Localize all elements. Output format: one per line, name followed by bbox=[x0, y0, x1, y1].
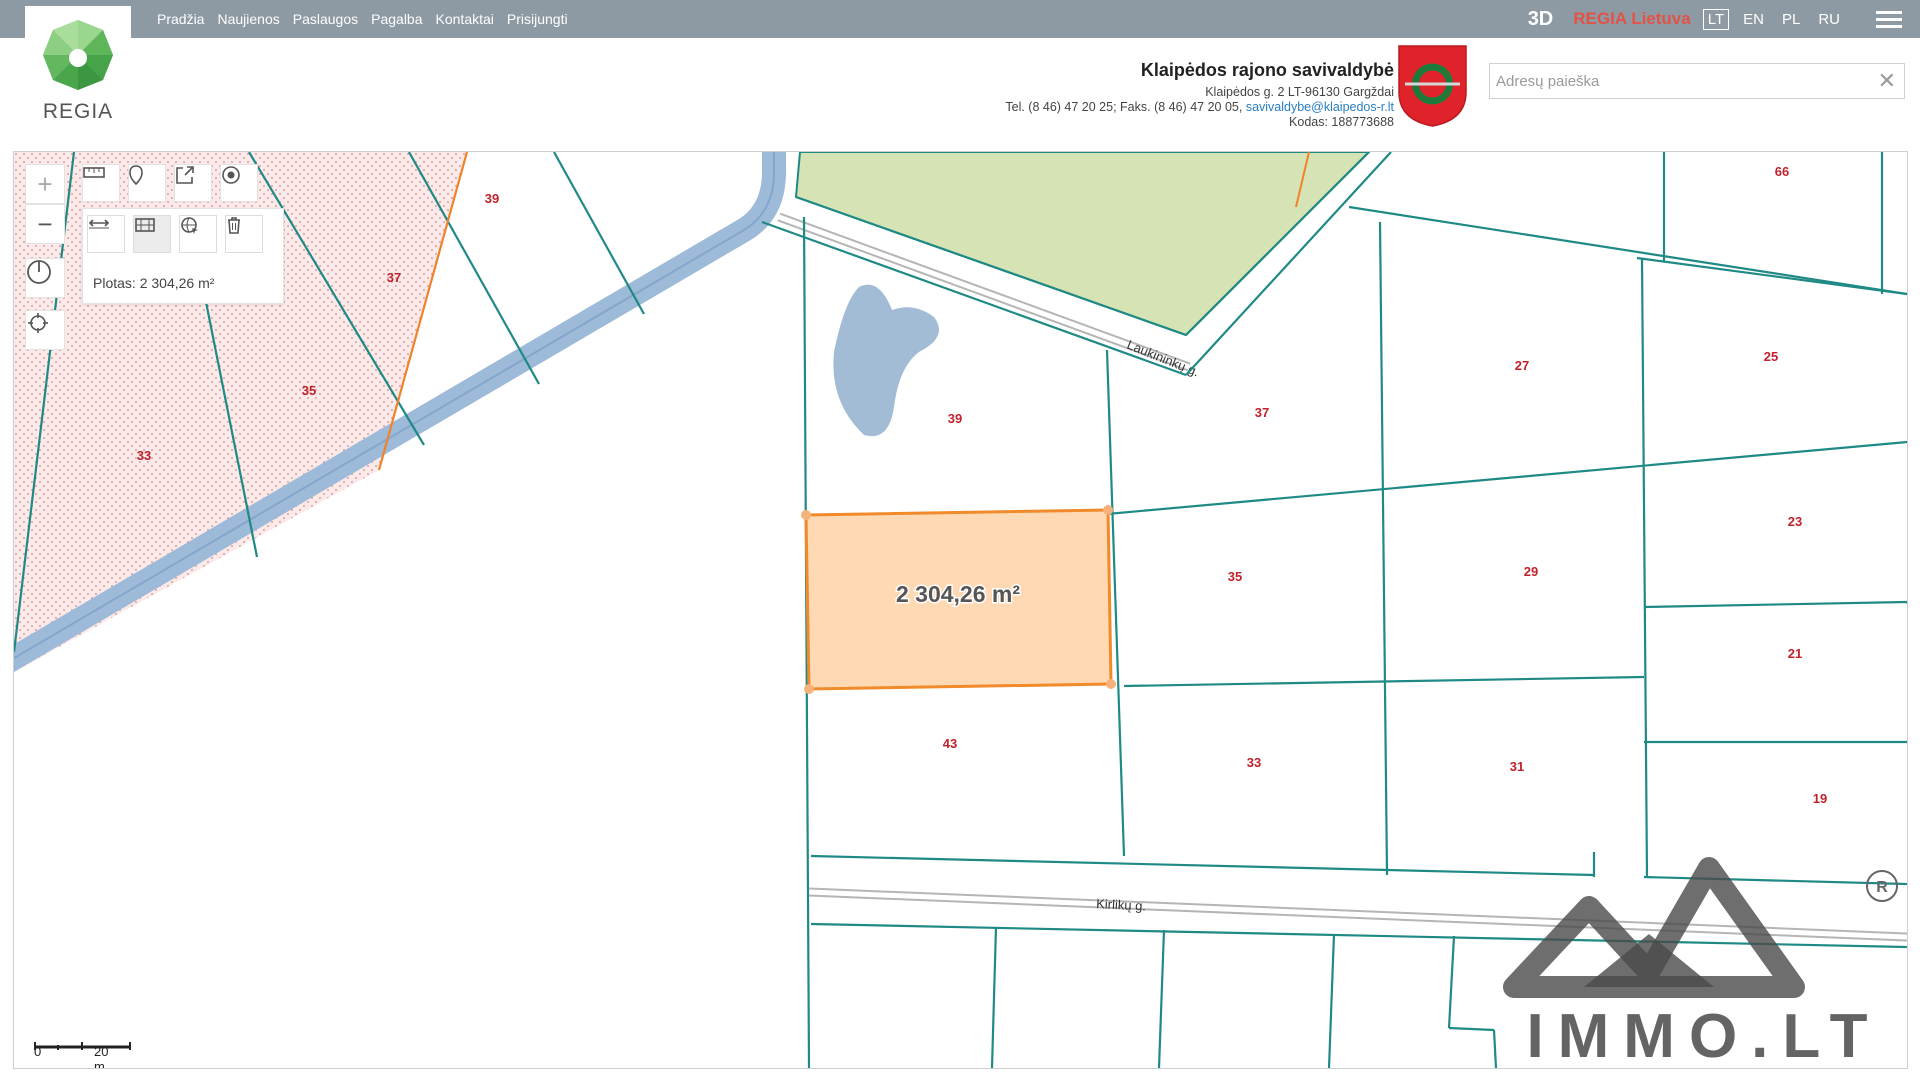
plus-icon: + bbox=[37, 169, 53, 199]
nav-item-naujienos[interactable]: Naujienos bbox=[217, 11, 279, 27]
scale-start: 0 bbox=[34, 1044, 42, 1059]
municipality-phone: Tel. (8 46) 47 20 25; Faks. (8 46) 47 20… bbox=[1005, 100, 1243, 114]
parcel-number: 39 bbox=[948, 411, 962, 426]
address-search-input[interactable] bbox=[1490, 64, 1862, 98]
immo-watermark-text: IMMO.LT bbox=[1526, 1002, 1881, 1068]
crosshair-icon bbox=[28, 313, 48, 333]
delete-measure-button[interactable] bbox=[225, 215, 263, 253]
lang-lt[interactable]: LT bbox=[1702, 8, 1730, 30]
top-bar: Pradžia Naujienos Paslaugos Pagalba Kont… bbox=[0, 0, 1920, 38]
parcel-number: 43 bbox=[943, 736, 957, 751]
vertex-handle[interactable] bbox=[801, 510, 811, 520]
compass-button[interactable] bbox=[25, 258, 65, 298]
parcel-number: 39 bbox=[485, 191, 499, 206]
measure-tool-button[interactable] bbox=[82, 164, 120, 202]
measure-panel: Plotas: 2 304,26 m² bbox=[82, 208, 284, 304]
regia-logo[interactable]: REGIA bbox=[25, 6, 131, 130]
nav-item-paslaugos[interactable]: Paslaugos bbox=[293, 11, 358, 27]
parcel-number: 39 bbox=[1075, 1065, 1089, 1068]
regia-lietuva-link[interactable]: REGIA Lietuva bbox=[1573, 9, 1690, 29]
measure-select-button[interactable] bbox=[179, 215, 217, 253]
map-view[interactable]: Laukininkų g. Kirlikų g. 2 304,26 m² 39 … bbox=[13, 151, 1908, 1069]
locate-button[interactable] bbox=[25, 310, 65, 350]
nav-item-kontaktai[interactable]: Kontaktai bbox=[436, 11, 494, 27]
scale-end: 20 m bbox=[94, 1044, 109, 1069]
measured-area-label: 2 304,26 m² bbox=[896, 581, 1020, 607]
globe-cursor-icon bbox=[181, 217, 198, 234]
municipality-name: Klaipėdos rajono savivaldybė bbox=[1140, 60, 1394, 80]
nav-item-prisijungti[interactable]: Prisijungti bbox=[507, 11, 568, 27]
parcel-number: 33 bbox=[1247, 755, 1261, 770]
municipality-email-link[interactable]: savivaldybe@klaipedos-r.lt bbox=[1246, 100, 1394, 114]
regia-logo-icon bbox=[43, 20, 113, 90]
share-icon bbox=[176, 166, 194, 184]
municipality-code: Kodas: 188773688 bbox=[1289, 115, 1394, 129]
area-icon bbox=[135, 218, 155, 232]
svg-text:R: R bbox=[1876, 879, 1888, 896]
lang-pl[interactable]: PL bbox=[1778, 10, 1804, 29]
clear-search-icon[interactable]: ✕ bbox=[1878, 68, 1896, 94]
3d-button[interactable]: 3D bbox=[1528, 8, 1554, 31]
distance-icon bbox=[88, 219, 110, 229]
zoom-out-button[interactable]: − bbox=[25, 204, 65, 244]
parcel-number: 66 bbox=[1775, 164, 1789, 179]
measure-area-button[interactable] bbox=[133, 215, 171, 253]
compass-icon bbox=[27, 260, 51, 284]
top-right-controls: 3D REGIA Lietuva LT EN PL RU bbox=[1528, 0, 1902, 38]
parcel-number: 37 bbox=[1255, 405, 1269, 420]
vertex-handle[interactable] bbox=[1106, 679, 1116, 689]
nav-item-pradzia[interactable]: Pradžia bbox=[157, 11, 204, 27]
parcel-number: 21 bbox=[1788, 646, 1802, 661]
target-tool-button[interactable] bbox=[220, 164, 258, 202]
vertex-handle[interactable] bbox=[1103, 505, 1113, 515]
measure-result: Plotas: 2 304,26 m² bbox=[93, 275, 215, 291]
scale-bar-graphic bbox=[34, 1042, 131, 1050]
parcel-number: 35 bbox=[302, 383, 316, 398]
vertex-handle[interactable] bbox=[804, 684, 814, 694]
parcel-number: 27 bbox=[1515, 358, 1529, 373]
parcel-number: 33 bbox=[887, 1065, 901, 1068]
street-label-kirliku: Kirlikų g. bbox=[1096, 896, 1147, 914]
lang-en[interactable]: EN bbox=[1739, 10, 1768, 29]
parcel-number: 35 bbox=[1228, 569, 1242, 584]
ruler-icon bbox=[83, 167, 105, 178]
map-canvas[interactable]: Laukininkų g. Kirlikų g. 2 304,26 m² 39 … bbox=[14, 152, 1907, 1068]
parcel-number: 29 bbox=[1524, 564, 1538, 579]
parcel-number: 25 bbox=[1764, 349, 1778, 364]
parcel-number: 31 bbox=[1510, 759, 1524, 774]
share-tool-button[interactable] bbox=[174, 164, 212, 202]
coat-of-arms-icon bbox=[1398, 45, 1467, 127]
trash-icon bbox=[228, 217, 240, 234]
nav-item-pagalba[interactable]: Pagalba bbox=[371, 11, 422, 27]
municipality-info: Klaipėdos rajono savivaldybė Klaipėdos g… bbox=[1005, 60, 1394, 130]
measure-distance-button[interactable] bbox=[87, 215, 125, 253]
logo-text: REGIA bbox=[42, 100, 114, 123]
parcel-number: 23 bbox=[1788, 514, 1802, 529]
target-icon bbox=[222, 166, 240, 184]
pond bbox=[833, 284, 939, 437]
municipality-contacts: Tel. (8 46) 47 20 25; Faks. (8 46) 47 20… bbox=[1005, 100, 1394, 115]
pin-icon bbox=[129, 165, 143, 185]
address-search: ✕ bbox=[1489, 63, 1905, 99]
parcel-number: 37 bbox=[387, 270, 401, 285]
lang-ru[interactable]: RU bbox=[1814, 10, 1844, 29]
parcel-number: 19 bbox=[1813, 791, 1827, 806]
marker-tool-button[interactable] bbox=[128, 164, 166, 202]
immo-watermark: IMMO.LT R bbox=[1503, 857, 1898, 1068]
main-nav: Pradžia Naujienos Paslaugos Pagalba Kont… bbox=[157, 0, 568, 38]
zoom-in-button[interactable]: + bbox=[25, 164, 65, 204]
menu-icon[interactable] bbox=[1876, 7, 1902, 32]
minus-icon: − bbox=[37, 209, 53, 239]
parcel-number: 33 bbox=[137, 448, 151, 463]
municipality-address: Klaipėdos g. 2 LT-96130 Gargždai bbox=[1205, 85, 1394, 99]
